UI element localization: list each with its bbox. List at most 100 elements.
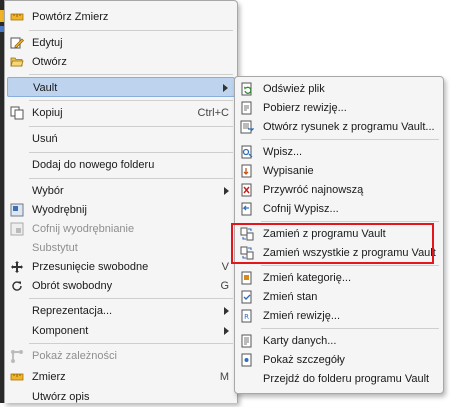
context-menu: Powtórz Zmierz Edytuj Otwórz Vault Kopiu…	[4, 0, 238, 403]
menu-item-label: Pokaż szczegóły	[263, 354, 345, 366]
menu-separator	[261, 328, 439, 329]
menu-item-label: Powtórz Zmierz	[32, 11, 109, 23]
vault-item-get-revision[interactable]: Pobierz rewizję...	[237, 98, 441, 118]
extract-icon	[10, 203, 24, 217]
undo-checkout-icon	[240, 183, 254, 197]
menu-item-representation[interactable]: Reprezentacja...	[7, 301, 235, 321]
change-state-icon	[240, 290, 254, 304]
menu-item-label: Otwórz	[32, 56, 67, 68]
menu-item-copy[interactable]: Kopiuj Ctrl+C	[7, 103, 235, 123]
menu-item-selection[interactable]: Wybór	[7, 181, 235, 201]
move-icon	[10, 260, 24, 274]
menu-item-label: Odśwież plik	[263, 83, 325, 95]
get-revision-icon	[240, 101, 254, 115]
menu-separator	[29, 298, 233, 299]
ruler-icon	[10, 10, 24, 24]
menu-separator	[261, 139, 439, 140]
vault-item-change-revision[interactable]: R Zmień rewizję...	[237, 306, 441, 326]
menu-separator	[29, 30, 233, 31]
menu-item-add-to-new-folder[interactable]: Dodaj do nowego folderu	[7, 155, 235, 175]
menu-item-label: Przywróć najnowszą	[263, 184, 364, 196]
vault-item-show-details[interactable]: Pokaż szczegóły	[237, 350, 441, 370]
check-out-icon	[240, 164, 254, 178]
menu-item-substitute[interactable]: Substytut	[7, 238, 235, 258]
submenu-arrow-icon	[224, 327, 229, 335]
menu-item-label: Utwórz opis	[32, 391, 90, 403]
menu-item-open[interactable]: Otwórz	[7, 52, 235, 72]
menu-item-label: Usuń	[32, 133, 58, 145]
red-highlight-annotation	[231, 223, 434, 264]
menu-separator	[261, 221, 439, 222]
menu-item-label: Zmień kategorię...	[263, 272, 352, 284]
menu-item-show-dependencies[interactable]: Pokaż zależności	[7, 346, 235, 366]
menu-item-isolate[interactable]: Wyodrębnij	[7, 200, 235, 220]
menu-item-vault[interactable]: Vault	[7, 77, 235, 97]
menu-item-label: Pokaż zależności	[32, 350, 117, 362]
refresh-file-icon	[240, 82, 254, 96]
menu-item-edit[interactable]: Edytuj	[7, 33, 235, 53]
undo-checkout-icon	[240, 202, 254, 216]
rotate-icon	[10, 279, 24, 293]
menu-item-label: Otwórz rysunek z programu Vault...	[263, 121, 435, 133]
vault-item-change-category[interactable]: Zmień kategorię...	[237, 268, 441, 288]
menu-separator	[29, 100, 233, 101]
menu-item-label: Obrót swobodny	[32, 280, 113, 292]
menu-item-label: Zmień rewizję...	[263, 310, 341, 322]
menu-item-label: Cofnij wyodrębnianie	[32, 223, 135, 235]
open-drawing-icon	[240, 120, 254, 134]
submenu-arrow-icon	[224, 307, 229, 315]
ruler-icon	[10, 370, 24, 384]
menu-item-label: Przesunięcie swobodne	[32, 261, 149, 273]
submenu-arrow-icon	[224, 187, 229, 195]
menu-item-label: Dodaj do nowego folderu	[32, 159, 155, 171]
menu-separator	[29, 178, 233, 179]
menu-separator	[29, 343, 233, 344]
vault-item-refresh-file[interactable]: Odśwież plik	[237, 79, 441, 99]
copy-icon	[10, 106, 24, 120]
menu-item-label: Pobierz rewizję...	[263, 102, 347, 114]
menu-item-label: Cofnij Wypisz...	[263, 203, 339, 215]
menu-item-label: Wpisz...	[263, 146, 303, 158]
shortcut-text: G	[220, 280, 229, 292]
menu-item-label: Kopiuj	[32, 107, 63, 119]
menu-item-label: Zmień stan	[263, 291, 318, 303]
menu-item-delete[interactable]: Usuń	[7, 129, 235, 149]
svg-text:R: R	[244, 313, 249, 321]
shortcut-text: M	[219, 371, 229, 383]
menu-item-label: Substytut	[32, 242, 78, 254]
menu-item-measure[interactable]: Zmierz M	[7, 367, 235, 387]
menu-item-label: Vault	[33, 82, 58, 94]
menu-item-label: Zmierz	[32, 371, 66, 383]
dependencies-icon	[10, 349, 24, 363]
menu-separator	[29, 126, 233, 127]
submenu-arrow-icon	[223, 84, 228, 92]
menu-item-label: Wypisanie	[263, 165, 314, 177]
menu-separator	[29, 74, 233, 75]
menu-separator	[29, 152, 233, 153]
menu-item-label: Reprezentacja...	[32, 305, 113, 317]
menu-item-repeat-measure[interactable]: Powtórz Zmierz	[7, 7, 235, 27]
details-icon	[240, 353, 254, 367]
menu-item-free-rotate[interactable]: Obrót swobodny G	[7, 276, 235, 296]
menu-item-component[interactable]: Komponent	[7, 321, 235, 341]
vault-item-open-drawing[interactable]: Otwórz rysunek z programu Vault...	[237, 117, 441, 137]
vault-item-check-out[interactable]: Wypisanie	[237, 161, 441, 181]
vault-item-restore-latest[interactable]: Przywróć najnowszą	[237, 180, 441, 200]
menu-item-free-move[interactable]: Przesunięcie swobodne V	[7, 257, 235, 277]
shortcut-text: Ctrl+C	[197, 107, 229, 119]
vault-item-check-in[interactable]: Wpisz...	[237, 142, 441, 162]
folder-open-icon	[10, 55, 24, 69]
menu-item-create-note[interactable]: Utwórz opis	[7, 387, 235, 407]
vault-item-data-cards[interactable]: Karty danych...	[237, 331, 441, 351]
vault-item-change-state[interactable]: Zmień stan	[237, 287, 441, 307]
menu-item-label: Przejdź do folderu programu Vault	[263, 373, 430, 385]
menu-item-label: Komponent	[32, 325, 89, 337]
vault-item-go-to-vault-folder[interactable]: Przejdź do folderu programu Vault	[237, 369, 441, 389]
menu-item-undo-isolate[interactable]: Cofnij wyodrębnianie	[7, 219, 235, 239]
change-category-icon	[240, 271, 254, 285]
menu-item-label: Edytuj	[32, 37, 63, 49]
vault-item-undo-checkout[interactable]: Cofnij Wypisz...	[237, 199, 441, 219]
menu-item-label: Wybór	[32, 185, 64, 197]
change-revision-icon: R	[240, 309, 254, 323]
shortcut-text: V	[221, 261, 229, 273]
